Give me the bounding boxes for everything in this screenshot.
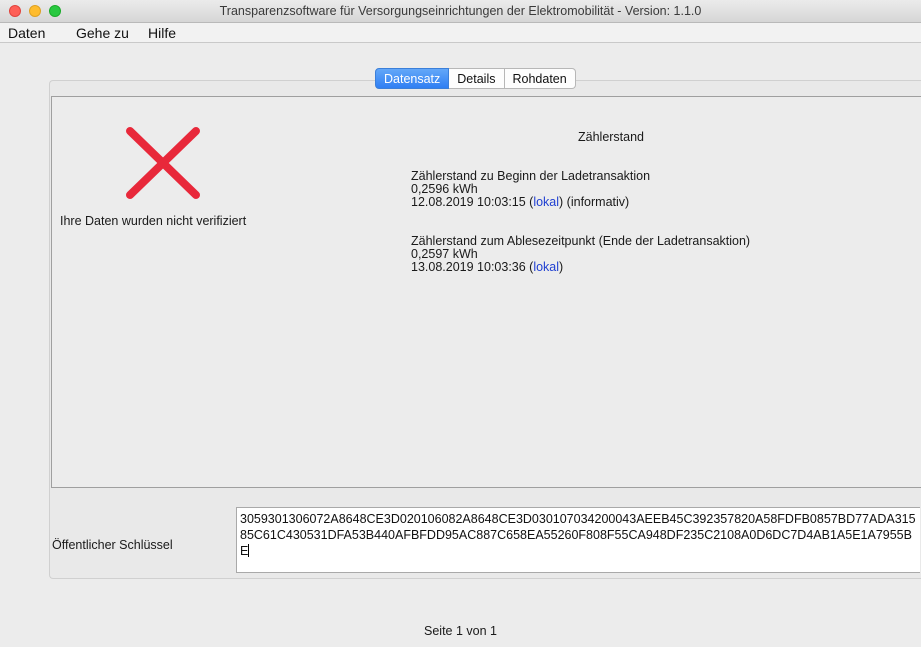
meter-start-timestamp-line: 12.08.2019 10:03:15 (lokal) (informativ) bbox=[411, 196, 650, 209]
red-x-icon bbox=[126, 127, 200, 199]
meter-end-timestamp: 13.08.2019 10:03:36 ( bbox=[411, 260, 534, 274]
meter-end-block: Zählerstand zum Ablesezeitpunkt (Ende de… bbox=[411, 235, 750, 274]
meter-end-suffix: ) bbox=[559, 260, 564, 274]
public-key-field[interactable]: 3059301306072A8648CE3D020106082A8648CE3D… bbox=[236, 507, 920, 573]
meter-reading-title: Zählerstand bbox=[578, 130, 645, 144]
verification-status-text: Ihre Daten wurden nicht verifiziert bbox=[60, 214, 247, 228]
menu-gehe-zu[interactable]: Gehe zu bbox=[76, 25, 129, 41]
tab-strip: Datensatz Details Rohdaten bbox=[375, 68, 576, 89]
page-indicator: Seite 1 von 1 bbox=[424, 624, 497, 638]
meter-start-local-link[interactable]: lokal bbox=[533, 195, 559, 209]
meter-end-local-link[interactable]: lokal bbox=[533, 260, 559, 274]
menu-daten[interactable]: Daten bbox=[8, 25, 45, 41]
tab-details[interactable]: Details bbox=[449, 68, 505, 89]
meter-start-timestamp: 12.08.2019 10:03:15 ( bbox=[411, 195, 534, 209]
menu-hilfe[interactable]: Hilfe bbox=[148, 25, 176, 41]
public-key-label: Öffentlicher Schlüssel bbox=[52, 538, 173, 552]
public-key-value: 3059301306072A8648CE3D020106082A8648CE3D… bbox=[240, 512, 916, 558]
menu-bar: Daten Gehe zu Hilfe bbox=[0, 23, 921, 43]
window-title: Transparenzsoftware für Versorgungseinri… bbox=[219, 4, 702, 18]
meter-start-suffix: ) (informativ) bbox=[559, 195, 630, 209]
meter-start-block: Zählerstand zu Beginn der Ladetransaktio… bbox=[411, 170, 650, 209]
title-bar: Transparenzsoftware für Versorgungseinri… bbox=[0, 0, 921, 23]
tab-datensatz[interactable]: Datensatz bbox=[375, 68, 450, 89]
tab-rohdaten[interactable]: Rohdaten bbox=[504, 68, 576, 89]
text-caret bbox=[248, 544, 250, 557]
meter-end-timestamp-line: 13.08.2019 10:03:36 (lokal) bbox=[411, 261, 750, 274]
